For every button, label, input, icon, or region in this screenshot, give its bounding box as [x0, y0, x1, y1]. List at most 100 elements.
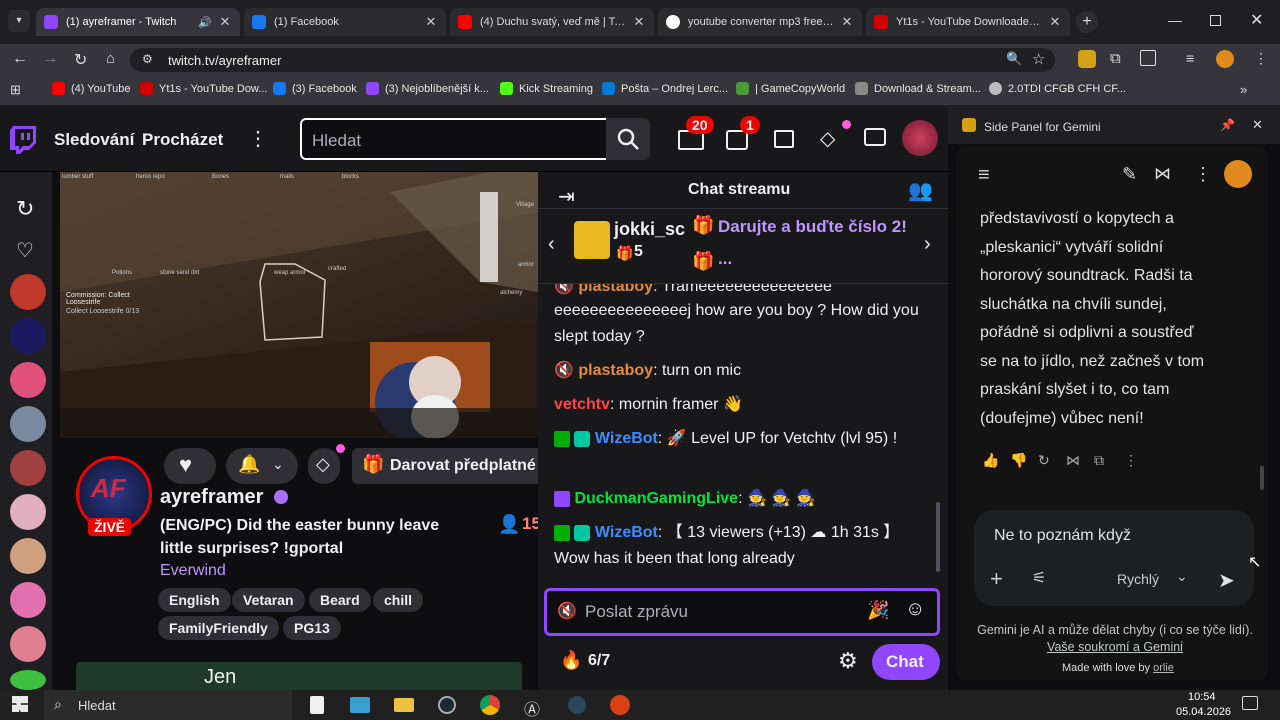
forward-button[interactable]: → [42, 50, 58, 68]
whispers-icon[interactable] [774, 130, 794, 148]
gemini-scrollbar[interactable] [1260, 466, 1264, 490]
settings-icon[interactable]: ⚙ [838, 648, 858, 674]
star-icon[interactable]: ☆ [1032, 50, 1045, 68]
users-icon[interactable]: 👥 [908, 178, 933, 203]
gift-user[interactable]: jokki_sc [614, 219, 685, 240]
channel-avatar[interactable] [10, 670, 46, 690]
zoom-icon[interactable]: 🔍 [1006, 51, 1022, 67]
reload-button[interactable]: ↻ [74, 50, 87, 70]
search-input[interactable]: Hledat [300, 118, 606, 160]
steam-app-icon[interactable] [568, 696, 586, 714]
tag[interactable]: FamilyFriendly [158, 616, 279, 640]
tab-youtube[interactable]: (4) Duchu svatý, veď mě | Temp ✕ [450, 8, 654, 36]
bookmark[interactable]: (3) Facebook [273, 82, 357, 95]
channel-avatar[interactable] [10, 318, 46, 354]
hamburger-menu-icon[interactable]: ≡ [978, 164, 990, 187]
channel-avatar[interactable] [10, 538, 46, 574]
tab-yt1s[interactable]: Yt1s - YouTube Downloader | Y ✕ [866, 8, 1070, 36]
notification-icon[interactable] [1242, 696, 1258, 710]
gemini-input-box[interactable]: Ne to poznám když + ⚟ Rychlý ⌄ ➤ [974, 510, 1254, 606]
channel-avatar[interactable] [10, 450, 46, 486]
prime-icon[interactable]: ◇ [820, 126, 835, 151]
video-player[interactable]: Commission: Collect Loosestrife Collect … [60, 172, 538, 438]
send-icon[interactable]: ➤ [1218, 568, 1235, 593]
app-icon[interactable] [350, 697, 370, 713]
more-bookmarks-icon[interactable]: » [1240, 82, 1247, 97]
tag[interactable]: chill [373, 588, 424, 612]
chat-username[interactable]: plastaboy [578, 284, 653, 295]
back-button[interactable]: ← [12, 50, 28, 68]
game-link[interactable]: Everwind [160, 562, 226, 580]
tag[interactable]: Vetaran [232, 588, 305, 612]
regenerate-icon[interactable]: ↻ [1038, 452, 1050, 469]
side-panel-icon[interactable] [1140, 50, 1156, 66]
taskbar-search[interactable]: ⌕ Hledat [44, 690, 292, 720]
bookmark[interactable]: Pošta – Ondrej Lerc... [602, 82, 728, 95]
pin-icon[interactable]: 📌 [1220, 118, 1235, 132]
url-bar[interactable]: ⚙ twitch.tv/ayreframer 🔍 ☆ [130, 48, 1055, 72]
chrome-icon[interactable] [480, 695, 500, 715]
tag[interactable]: Beard [309, 588, 371, 612]
account-avatar[interactable] [1224, 160, 1252, 188]
author-link[interactable]: orlie [1153, 662, 1174, 674]
collapse-chat-icon[interactable]: ⇥ [558, 184, 575, 209]
bookmark[interactable]: 2.0TDI CFGB CFH CF... [989, 82, 1126, 95]
mode-selector[interactable]: Rychlý [1117, 571, 1159, 587]
privacy-link[interactable]: Vaše soukromí a Gemini [1047, 640, 1183, 654]
speaker-icon[interactable]: 🔊 [198, 16, 212, 29]
channel-avatar[interactable] [10, 406, 46, 442]
close-icon[interactable]: ✕ [424, 14, 438, 30]
maximize-button[interactable] [1210, 15, 1221, 26]
close-window-button[interactable]: ✕ [1250, 10, 1263, 30]
close-icon[interactable]: ✕ [840, 14, 854, 30]
tab-google[interactable]: youtube converter mp3 free on ✕ [658, 8, 862, 36]
chevron-down-icon[interactable]: ⌄ [1176, 568, 1188, 585]
follow-button[interactable]: ♥ [164, 448, 216, 484]
chat-username[interactable]: DuckmanGamingLive [574, 490, 738, 507]
profile-avatar[interactable] [1216, 50, 1234, 68]
extension-icon[interactable] [1078, 50, 1096, 68]
tab-search-button[interactable]: ▾ [8, 10, 30, 32]
bookmark[interactable]: (3) Nejoblíbenější k... [366, 82, 489, 95]
file-icon[interactable] [310, 696, 324, 714]
chat-input[interactable]: 🔇 Poslat zprávu 🎉 ☺ [544, 588, 940, 636]
share-icon[interactable]: ⋈ [1154, 164, 1171, 184]
folder-icon[interactable] [394, 698, 414, 712]
close-icon[interactable]: ✕ [632, 14, 646, 30]
channel-avatar[interactable] [10, 626, 46, 662]
chevron-right-icon[interactable]: › [924, 233, 931, 256]
chat-send-button[interactable]: Chat [872, 644, 940, 680]
gift-sub-button[interactable]: 🎁 Darovat předplatné [352, 448, 538, 484]
tag[interactable]: English [158, 588, 231, 612]
nav-browse[interactable]: Procházet [142, 130, 223, 150]
minimize-button[interactable]: — [1168, 12, 1182, 28]
emoji-icon[interactable]: ☺ [905, 598, 925, 621]
close-icon[interactable]: ✕ [1048, 14, 1062, 30]
bookmark[interactable]: (4) YouTube [52, 82, 131, 95]
notification-bell-button[interactable]: 🔔 ⌄ [226, 448, 298, 484]
muted-icon[interactable]: 🔇 [557, 601, 577, 621]
power-ups-icon[interactable]: 🎉 [867, 600, 889, 621]
add-icon[interactable]: + [990, 566, 1003, 592]
puzzle-icon[interactable]: ⧉ [1110, 50, 1121, 67]
search-button[interactable] [606, 118, 650, 160]
new-chat-icon[interactable]: ✎ [1122, 164, 1137, 185]
chevron-left-icon[interactable]: ‹ [548, 233, 555, 256]
adobe-icon[interactable]: Ⓐ [524, 696, 540, 720]
channel-avatar[interactable] [10, 362, 46, 398]
bookmark[interactable]: | GameCopyWorld [736, 82, 845, 95]
new-tab-button[interactable]: + [1076, 11, 1098, 33]
collapse-icon[interactable]: ↻ [16, 196, 34, 222]
channel-points-icon[interactable]: 🔥 [560, 650, 582, 671]
thumbs-up-icon[interactable]: 👍 [982, 452, 999, 469]
bits-icon[interactable] [864, 128, 886, 146]
bookmark[interactable]: Download & Stream... [855, 82, 981, 95]
close-icon[interactable]: ✕ [1252, 117, 1263, 133]
bookmark[interactable]: Yt1s - YouTube Dow... [140, 82, 267, 95]
more-icon[interactable]: ⋮ [1124, 452, 1138, 469]
media-icon[interactable]: ≡ [1186, 50, 1194, 66]
user-avatar[interactable] [902, 120, 938, 156]
chat-scrollbar[interactable] [936, 502, 940, 572]
copy-icon[interactable]: ⧉ [1094, 452, 1104, 469]
apps-icon[interactable]: ⊞ [10, 82, 21, 98]
